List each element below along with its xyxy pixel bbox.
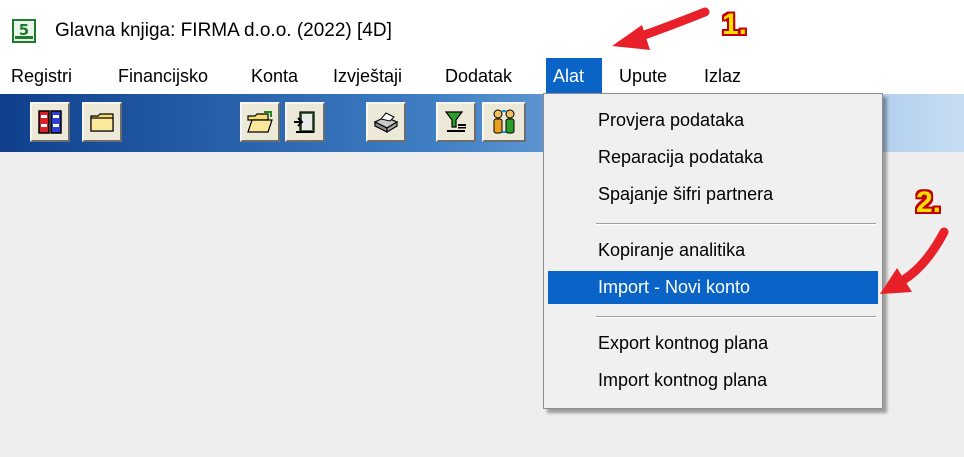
step-2-label: 2. [916, 186, 942, 219]
arrow-1-icon [612, 7, 710, 50]
step-1-label: 1. [722, 8, 748, 41]
annotation-arrows [612, 7, 949, 294]
arrow-2-icon [880, 227, 949, 294]
